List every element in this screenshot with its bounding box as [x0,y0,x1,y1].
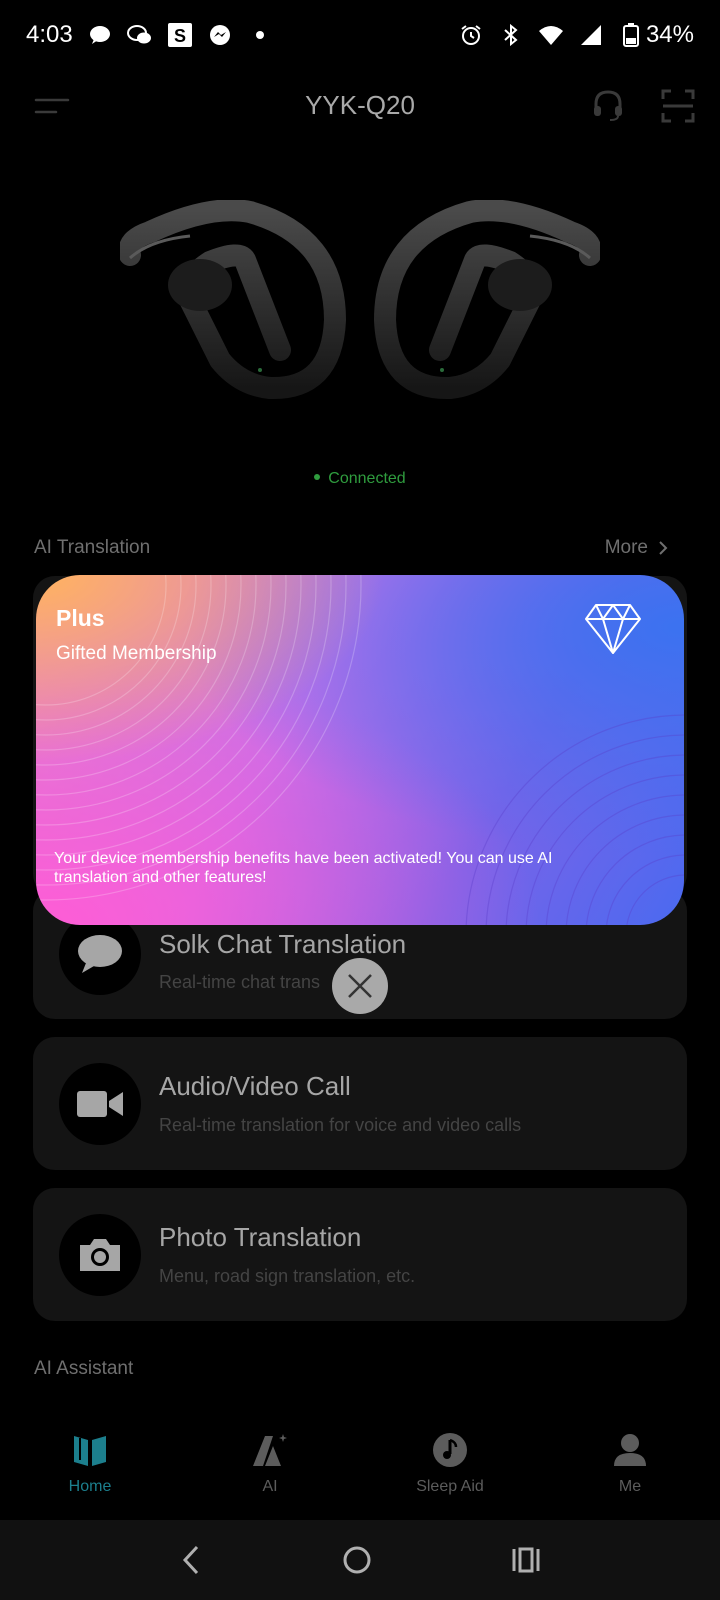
ai-icon [253,1434,287,1466]
chevron-right-icon [659,541,668,555]
svg-text:S: S [174,26,186,46]
bottom-nav: Home AI Sleep Aid Me [0,1412,720,1522]
card-subtitle: Real-time translation for voice and vide… [159,1115,522,1135]
close-popup-button[interactable] [332,958,388,1014]
recents-nav-button[interactable] [511,1545,541,1575]
status-bar: 4:03 S 34% [0,0,720,70]
connection-status-text: Connected [328,470,406,487]
chat-bubble-icon [78,935,122,973]
status-time: 4:03 [26,21,73,48]
menu-icon [34,98,70,114]
music-note-icon [433,1433,467,1467]
nav-item-sleep-aid[interactable]: Sleep Aid [360,1412,540,1522]
card-subtitle: Menu, road sign translation, etc. [159,1266,416,1286]
battery-icon [618,22,644,48]
video-camera-icon [77,1090,123,1117]
membership-popup: Plus Gifted Membership Your device membe… [36,575,684,925]
scan-button[interactable] [658,86,698,126]
popup-subtitle: Gifted Membership [56,643,217,664]
s-app-notification-icon: S [167,22,193,48]
home-nav-button[interactable] [342,1545,372,1575]
more-notifications-dot-icon [247,22,273,48]
card-icon-circle [59,913,141,995]
card-icon-circle [59,1062,141,1145]
book-icon [74,1436,106,1466]
wechat-notification-icon [126,22,153,48]
alarm-icon [458,22,484,48]
card-icon-circle [59,1213,141,1296]
close-icon [348,974,372,998]
popup-title: Plus [56,605,105,631]
card-title: Solk Chat Translation [159,929,407,959]
more-label: More [604,537,648,558]
photo-translation-card[interactable]: Photo Translation Menu, road sign transl… [33,1188,687,1321]
diamond-icon [585,604,641,654]
nav-label: AI [262,1478,278,1495]
battery-indicator: 34% [618,21,694,49]
back-nav-button[interactable] [179,1545,203,1575]
popup-message: Your device membership benefits have bee… [54,850,553,886]
section-title-translation: AI Translation [34,537,151,558]
camera-icon [80,1238,120,1271]
more-link[interactable]: More [605,537,668,559]
wifi-icon [538,22,564,48]
chat-notification-icon [87,22,113,48]
bluetooth-icon [498,22,524,48]
app-header: YYK-Q20 [0,70,720,140]
nav-item-me[interactable]: Me [540,1412,720,1522]
status-dot [314,473,321,480]
section-title-assistant: AI Assistant [34,1358,134,1379]
connection-status: Connected [0,470,720,488]
support-button[interactable] [588,86,628,126]
page-title: YYK-Q20 [305,89,415,120]
earbuds-image [120,200,600,400]
system-nav-bar [0,1520,720,1600]
battery-percent: 34% [645,21,694,48]
cell-signal-icon [578,22,604,48]
nav-item-ai[interactable]: AI [180,1412,360,1522]
card-title: Photo Translation [159,1222,362,1252]
person-icon [614,1434,646,1466]
nav-label: Home [68,1478,112,1495]
menu-button[interactable] [32,86,72,126]
nav-label: Me [618,1478,642,1495]
nav-label: Sleep Aid [416,1478,484,1495]
card-subtitle: Real-time chat trans [159,972,321,992]
audio-video-call-card[interactable]: Audio/Video Call Real-time translation f… [33,1037,687,1170]
scan-icon [661,89,695,123]
messenger-notification-icon [207,22,233,48]
headset-icon [594,90,622,121]
nav-item-home[interactable]: Home [0,1412,180,1522]
card-title: Audio/Video Call [159,1071,351,1101]
